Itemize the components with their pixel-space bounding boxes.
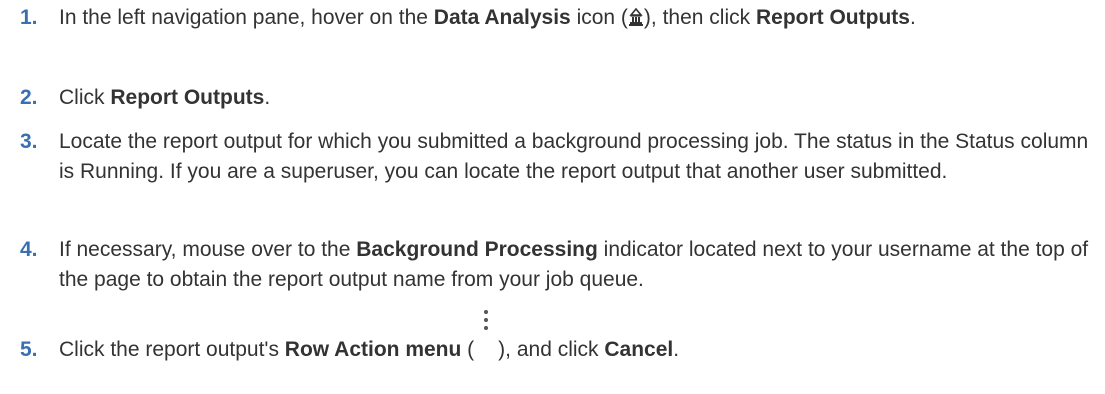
ui-term-report-outputs: Report Outputs — [110, 86, 265, 109]
step-text-part: . — [909, 6, 916, 29]
step-number: 5. — [20, 338, 38, 361]
step-text-part: ( — [461, 338, 475, 361]
step-text-part: . — [264, 86, 271, 109]
step-text-part: In the left navigation pane, hover on th… — [59, 6, 434, 29]
step-text: If necessary, mouse over to the Backgrou… — [59, 235, 1089, 295]
ui-term-data-analysis: Data Analysis — [433, 6, 571, 29]
row-action-menu-icon — [474, 310, 498, 360]
data-analysis-icon — [628, 6, 644, 36]
step-text: Click the report output's Row Action men… — [59, 310, 1089, 365]
step-text-part: If necessary, mouse over to the — [59, 238, 357, 261]
ui-term-report-outputs: Report Outputs — [755, 6, 910, 29]
step-text: Click Report Outputs. — [59, 83, 1089, 113]
step-number: 4. — [20, 238, 38, 261]
procedure-steps: 1. In the left navigation pane, hover on… — [0, 0, 1105, 394]
ui-term-row-action-menu: Row Action menu — [284, 338, 462, 361]
step-text-part: Click — [59, 86, 111, 109]
step-number: 3. — [20, 130, 38, 153]
step-number: 1. — [20, 6, 38, 29]
step-text-part: Click the report output's — [59, 338, 285, 361]
step-number: 2. — [20, 86, 38, 109]
step-text-part: . — [673, 338, 680, 361]
step-text: Locate the report output for which you s… — [59, 130, 1089, 183]
ui-term-cancel: Cancel — [604, 338, 674, 361]
step-text: In the left navigation pane, hover on th… — [59, 3, 1089, 36]
step-text-part: ), and click — [498, 338, 605, 361]
step-text-part: icon ( — [570, 6, 628, 29]
ui-term-background-processing: Background Processing — [356, 238, 598, 261]
step-text-part: ), then click — [643, 6, 756, 29]
